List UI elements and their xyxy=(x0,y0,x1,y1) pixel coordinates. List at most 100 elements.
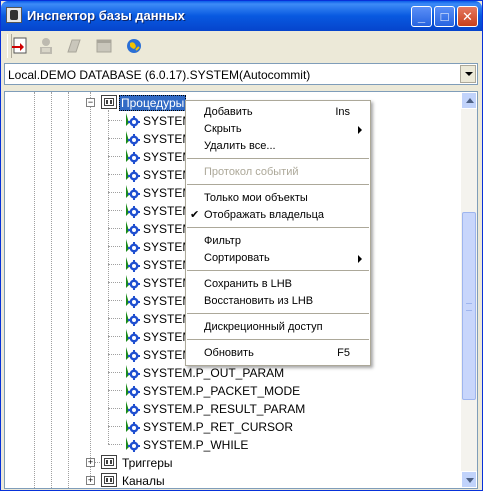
add-object-icon[interactable] xyxy=(9,34,33,58)
minimize-button[interactable]: _ xyxy=(411,6,432,27)
procedure-icon xyxy=(124,382,140,398)
folder-icon xyxy=(101,473,117,487)
context-menu-item[interactable]: Восстановить из LHB xyxy=(186,293,370,310)
procedure-icon xyxy=(124,148,140,164)
menu-item-label: Сортировать xyxy=(204,252,270,264)
menu-item-label: Восстановить из LHB xyxy=(204,295,314,307)
context-menu-item[interactable]: Дискреционный доступ xyxy=(186,319,370,336)
menu-separator xyxy=(187,227,369,228)
window-icon[interactable] xyxy=(92,34,116,58)
menu-item-label: Сохранить в LHB xyxy=(204,278,293,290)
menu-separator xyxy=(187,270,369,271)
context-menu-item[interactable]: Фильтр xyxy=(186,233,370,250)
tree-guide-line xyxy=(51,92,52,488)
menu-item-label: Добавить xyxy=(204,106,253,118)
menu-item-label: Только мои объекты xyxy=(204,192,308,204)
tree-guide-line xyxy=(108,228,122,229)
tree-guide-line xyxy=(108,318,122,319)
book-icon[interactable] xyxy=(62,34,86,58)
menu-item-label: Отображать владельца xyxy=(204,209,325,221)
procedure-icon xyxy=(124,328,140,344)
procedure-icon xyxy=(124,184,140,200)
menu-separator xyxy=(187,339,369,340)
menu-item-label: Протокол событий xyxy=(204,166,299,178)
procedure-item[interactable]: SYSTEM.P_WHILE xyxy=(108,436,308,454)
submenu-arrow-icon xyxy=(358,255,362,263)
tree-node-label: Каналы xyxy=(122,474,165,488)
tree-guide-line xyxy=(108,156,122,157)
menu-item-label: Скрыть xyxy=(204,123,242,135)
procedure-item[interactable]: SYSTEM.P_OUT_PARAM xyxy=(108,364,308,382)
procedure-icon xyxy=(124,274,140,290)
procedure-icon xyxy=(124,436,140,452)
tree-node-channels[interactable]: + Каналы xyxy=(85,472,205,488)
procedure-icon xyxy=(124,256,140,272)
context-menu-item[interactable]: Обновить F5 xyxy=(186,345,370,362)
collapse-icon[interactable]: − xyxy=(86,98,95,107)
menu-separator xyxy=(187,184,369,185)
context-menu: Добавить Ins Скрыть Удалить все... Протокол … xyxy=(185,100,371,366)
procedure-icon xyxy=(124,292,140,308)
globe-icon[interactable] xyxy=(122,34,146,58)
context-menu-item: Протокол событий xyxy=(186,164,370,181)
menu-separator xyxy=(187,313,369,314)
scroll-thumb[interactable] xyxy=(462,212,476,400)
tree-guide-line xyxy=(108,246,122,247)
database-inspector-window: Инспектор базы данных _ □ ✕ Local.DEMO D… xyxy=(0,0,483,491)
procedure-name: SYSTEM.P_OUT_PARAM xyxy=(143,366,285,380)
tree-guide-line xyxy=(108,138,122,139)
procedure-icon xyxy=(124,400,140,416)
menu-item-shortcut: F5 xyxy=(337,347,350,359)
connection-select[interactable]: Local.DEMO DATABASE (6.0.17).SYSTEM(Auto… xyxy=(4,63,478,85)
tree-guide-line xyxy=(68,92,69,488)
maximize-button[interactable]: □ xyxy=(434,6,455,27)
tree-node-triggers[interactable]: + Триггеры xyxy=(85,454,205,472)
tree-guide-line xyxy=(108,336,122,337)
tree-guide-line xyxy=(108,264,122,265)
close-button[interactable]: ✕ xyxy=(457,6,478,27)
procedure-name: SYSTEM.P_RESULT_PARAM xyxy=(143,402,306,416)
app-icon[interactable] xyxy=(6,7,22,23)
tree-guide-line xyxy=(108,210,122,211)
expand-icon[interactable]: + xyxy=(86,458,95,467)
window-title: Инспектор базы данных xyxy=(27,8,185,23)
tree-guide-line xyxy=(108,120,122,121)
procedure-item[interactable]: SYSTEM.P_RET_CURSOR xyxy=(108,418,308,436)
procedure-icon xyxy=(124,130,140,146)
tree-guide-line xyxy=(90,92,91,480)
context-menu-item[interactable]: Отображать владельца ✔ xyxy=(186,207,370,224)
procedure-name: SYSTEM.P_RET_CURSOR xyxy=(143,420,294,434)
connection-value: Local.DEMO DATABASE (6.0.17).SYSTEM(Auto… xyxy=(8,68,311,82)
expand-icon[interactable]: + xyxy=(86,476,95,485)
tree-guide-line xyxy=(108,426,122,427)
procedure-icon xyxy=(124,364,140,380)
check-icon: ✔ xyxy=(190,209,200,221)
folder-icon xyxy=(101,95,117,109)
menu-item-shortcut: Ins xyxy=(335,106,350,118)
title-bar[interactable]: Инспектор базы данных _ □ ✕ xyxy=(1,1,482,31)
tree-guide-line xyxy=(108,282,122,283)
procedure-item[interactable]: SYSTEM.P_PACKET_MODE xyxy=(108,382,308,400)
procedure-icon xyxy=(124,166,140,182)
context-menu-item[interactable]: Сортировать xyxy=(186,250,370,267)
context-menu-item[interactable]: Только мои объекты xyxy=(186,190,370,207)
scroll-down-icon[interactable] xyxy=(461,471,477,488)
procedure-name: SYSTEM.P_WHILE xyxy=(143,438,249,452)
tree-guide-line xyxy=(108,192,122,193)
context-menu-item[interactable]: Сохранить в LHB xyxy=(186,276,370,293)
context-menu-item[interactable]: Добавить Ins xyxy=(186,104,370,121)
tree-node-label: Процедуры xyxy=(119,95,187,111)
vertical-scrollbar[interactable] xyxy=(461,91,478,489)
procedure-icon xyxy=(124,418,140,434)
dropdown-arrow-icon[interactable] xyxy=(460,65,476,83)
user-icon[interactable] xyxy=(34,34,58,58)
procedure-name: SYSTEM.P_PACKET_MODE xyxy=(143,384,301,398)
context-menu-item[interactable]: Скрыть xyxy=(186,121,370,138)
scroll-up-icon[interactable] xyxy=(461,92,477,109)
menu-item-label: Обновить xyxy=(204,347,254,359)
submenu-arrow-icon xyxy=(358,126,362,134)
procedure-icon xyxy=(124,202,140,218)
procedure-item[interactable]: SYSTEM.P_RESULT_PARAM xyxy=(108,400,308,418)
procedure-icon xyxy=(124,220,140,236)
context-menu-item[interactable]: Удалить все... xyxy=(186,138,370,155)
